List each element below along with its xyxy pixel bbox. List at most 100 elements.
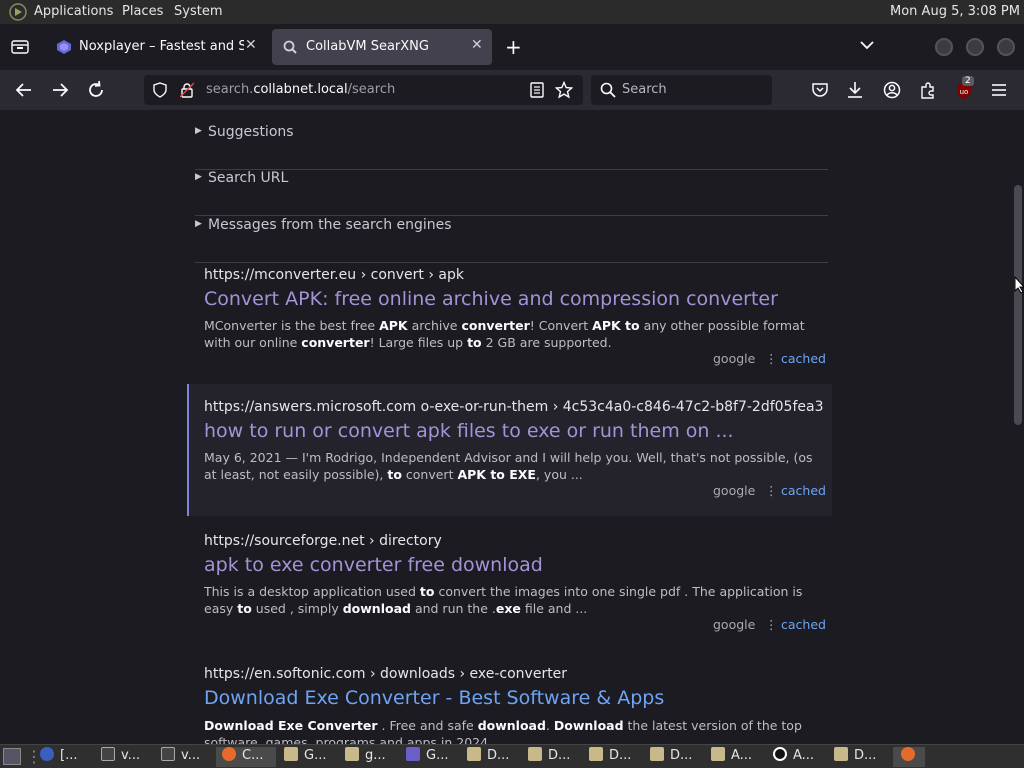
taskbar-item[interactable]: A... (711, 747, 766, 767)
cached-link[interactable]: cached (781, 351, 826, 366)
taskbar-item-label: [... (60, 748, 78, 763)
insecure-lock-icon[interactable] (180, 82, 194, 98)
window-maximize-button[interactable] (966, 38, 984, 56)
result-url[interactable]: https://answers.microsoft.com o-exe-or-r… (204, 399, 824, 415)
taskbar-item[interactable]: D... (834, 747, 889, 767)
result-title-link[interactable]: Download Exe Converter - Best Software &… (204, 687, 664, 709)
taskbar-item-label: G... (426, 748, 449, 763)
url-path: /search (347, 82, 396, 97)
result-url[interactable]: https://en.softonic.com › downloads › ex… (204, 666, 824, 682)
details-search-url[interactable]: ▶ Search URL (195, 170, 828, 216)
taskbar-item-active[interactable]: C... (216, 747, 276, 767)
result-url[interactable]: https://mconverter.eu › convert › apk (204, 267, 824, 283)
show-desktop-icon[interactable] (3, 748, 21, 765)
clock[interactable]: Mon Aug 5, 3:08 PM (890, 4, 1020, 19)
result-url-path: › directory (364, 533, 442, 549)
taskbar-item[interactable]: G... (406, 747, 461, 767)
result-url-host: https://answers.microsoft.com (204, 399, 417, 415)
result-url-path: › convert › apk (356, 267, 464, 283)
details-engine-messages[interactable]: ▶ Messages from the search engines (195, 217, 828, 263)
taskbar-item[interactable]: A... (773, 747, 828, 767)
bookmark-star-icon[interactable] (555, 81, 573, 99)
cached-link[interactable]: cached (781, 483, 826, 498)
places-menu[interactable]: Places (122, 4, 163, 19)
search-result-highlighted: https://answers.microsoft.com o-exe-or-r… (187, 384, 832, 516)
result-snippet: MConverter is the best free APK archive … (204, 318, 805, 350)
disclosure-triangle-icon: ▶ (195, 126, 202, 136)
taskbar-item-label: A... (793, 748, 815, 763)
taskbar-firefox-launcher[interactable] (893, 747, 925, 767)
noxplayer-favicon-icon (57, 40, 71, 54)
result-title-link[interactable]: apk to exe converter free download (204, 554, 543, 576)
result-engine: google (713, 617, 756, 632)
reload-icon[interactable] (84, 78, 108, 102)
taskbar-item[interactable]: v... (101, 747, 156, 767)
system-menu[interactable]: System (174, 4, 222, 19)
firefox-view-icon[interactable] (11, 39, 29, 55)
url-text[interactable]: search.collabnet.local/search (206, 82, 395, 97)
result-url-host: https://sourceforge.net (204, 533, 365, 549)
taskbar-item[interactable]: D... (589, 747, 644, 767)
shield-tracking-protection-icon[interactable] (152, 82, 168, 98)
result-title-link[interactable]: Convert APK: free online archive and com… (204, 288, 778, 310)
separator-icon: ⋮ (765, 617, 778, 632)
taskbar-item[interactable]: g... (345, 747, 400, 767)
page-scrollbar-thumb[interactable] (1014, 185, 1022, 425)
taskbar-item-label: D... (670, 748, 693, 763)
applications-menu[interactable]: Applications (34, 4, 113, 19)
url-host: collabnet.local (253, 82, 348, 97)
folder-icon (284, 747, 298, 761)
result-url[interactable]: https://sourceforge.net › directory (204, 533, 824, 549)
taskbar-item[interactable]: D... (467, 747, 522, 767)
folder-icon (345, 747, 359, 761)
tab-close-icon[interactable]: ✕ (471, 37, 483, 53)
downloads-icon[interactable] (847, 81, 863, 99)
result-snippet: May 6, 2021 — I'm Rodrigo, Independent A… (204, 450, 813, 482)
account-icon[interactable] (883, 81, 901, 99)
result-engine: google (713, 483, 756, 498)
taskbar-item-label: D... (854, 748, 877, 763)
result-url-host: https://mconverter.eu (204, 267, 357, 283)
taskbar-item-label: D... (548, 748, 571, 763)
tab-searxng[interactable]: CollabVM SearXNG ✕ (272, 29, 492, 65)
search-input[interactable]: Search (591, 75, 772, 105)
svg-text:uo: uo (960, 88, 969, 96)
tab-close-icon[interactable]: ✕ (245, 37, 257, 53)
taskbar-item[interactable]: D... (650, 747, 705, 767)
taskbar-item[interactable]: v... (161, 747, 216, 767)
folder-icon (467, 747, 481, 761)
separator-icon: ⋮ (765, 351, 778, 366)
taskbar-item[interactable]: G... (284, 747, 339, 767)
list-tabs-chevron-down-icon[interactable] (860, 40, 874, 50)
back-arrow-icon[interactable] (12, 78, 36, 102)
folder-icon (834, 747, 848, 761)
cached-link[interactable]: cached (781, 617, 826, 632)
taskbar-item[interactable]: D... (528, 747, 583, 767)
window-close-button[interactable] (997, 38, 1015, 56)
bottom-taskbar: ⋮ [... v... v... C... G... g... G... D..… (0, 744, 1024, 768)
ublock-origin-icon[interactable]: uo 2 (954, 76, 974, 101)
tab-noxplayer[interactable]: Noxplayer – Fastest and Sm ✕ (45, 29, 267, 65)
taskbar-item-label: D... (487, 748, 510, 763)
hamburger-menu-icon[interactable] (991, 83, 1007, 97)
result-snippet: This is a desktop application used to co… (204, 584, 803, 616)
taskbar-item[interactable]: [... (40, 747, 95, 767)
url-bar[interactable]: search.collabnet.local/search (144, 75, 583, 105)
details-suggestions[interactable]: ▶ Suggestions (195, 124, 828, 170)
mouse-cursor-icon (1014, 276, 1024, 294)
new-tab-icon[interactable]: + (505, 35, 522, 59)
reader-view-icon[interactable] (529, 82, 545, 98)
extension-badge: 2 (962, 76, 974, 86)
forward-arrow-icon[interactable] (48, 78, 72, 102)
gnome-logo-icon[interactable] (9, 3, 27, 21)
searxng-favicon-icon (283, 40, 297, 54)
top-panel: Applications Places System ⋮ Mon Aug 5, … (0, 0, 1024, 24)
extensions-puzzle-icon[interactable] (919, 81, 937, 99)
window-minimize-button[interactable] (935, 38, 953, 56)
result-title-link[interactable]: how to run or convert apk files to exe o… (204, 420, 734, 442)
firefox-icon (222, 747, 236, 761)
search-placeholder: Search (622, 82, 667, 97)
taskbar-item-label: A... (731, 748, 753, 763)
pocket-icon[interactable] (811, 82, 829, 98)
image-app-icon (406, 747, 420, 761)
